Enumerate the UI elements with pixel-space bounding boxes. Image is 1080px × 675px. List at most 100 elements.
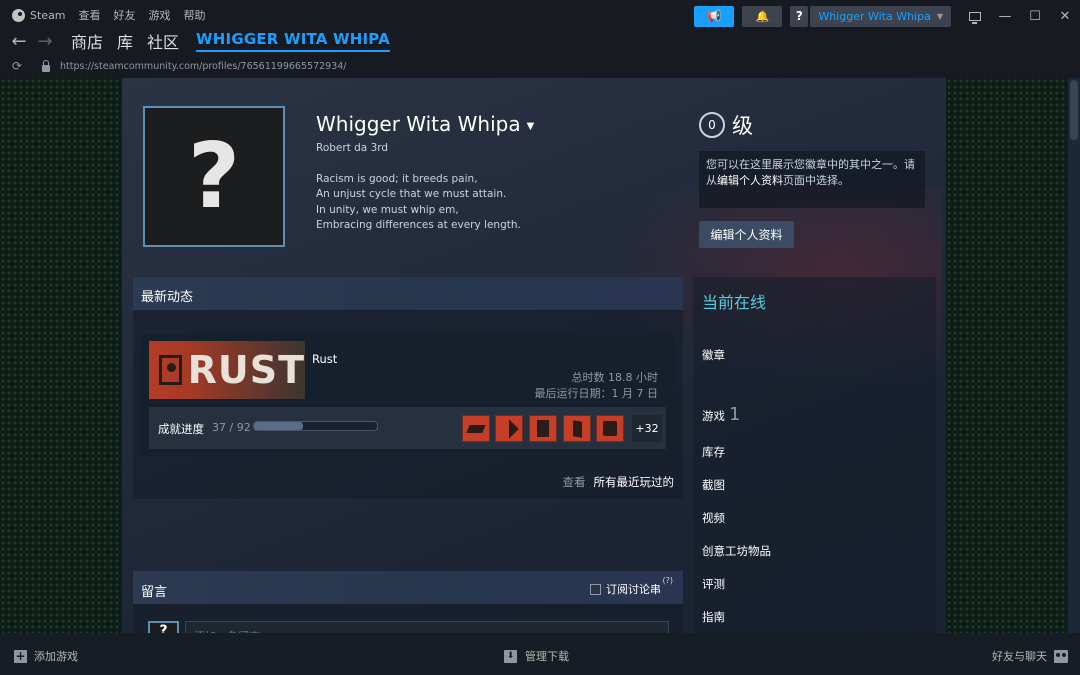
recent-activity-panel: 最新动态 RUST Rust 总时数 18.8 小时 最后运行日期：1 月 7 … [133,277,683,499]
games-label: 游戏 [702,409,725,423]
persona-name-dropdown[interactable]: Whigger Wita Whipa ▼ [316,112,534,136]
sidebar-link-videos[interactable]: 视频 [702,510,725,526]
badge-note-text-end: 页面中选择。 [783,174,849,187]
badge-note-edit-link[interactable]: 编辑个人资料 [717,174,783,187]
sidebar-link-inventory[interactable]: 库存 [702,444,725,460]
view-all-recent[interactable]: 查看 所有最近玩过的 [563,474,675,490]
profile-page: ? Whigger Wita Whipa ▼ Robert da 3rd Rac… [0,78,1080,633]
comment-input[interactable]: 添加一条留言 [185,621,669,633]
plus-icon: + [14,648,27,663]
account-menu-button[interactable]: Whigger Wita Whipa ▼ [810,5,951,27]
games-count: 1 [729,404,741,425]
comment-avatar: ? [148,621,179,633]
achievement-icon-3[interactable] [529,415,557,442]
manage-downloads-button[interactable]: ⬇ 管理下载 [504,648,569,664]
steam-logo-icon [12,8,25,22]
friends-icon [1054,649,1068,663]
game-name-link[interactable]: Rust [312,352,337,366]
bell-icon: 🔔 [755,9,770,23]
achievement-progress-track [253,421,378,431]
background-pattern-left [0,78,122,633]
download-icon: ⬇ [504,649,517,663]
menu-help[interactable]: 帮助 [184,7,206,23]
add-game-label: 添加游戏 [34,650,78,663]
achievement-progress-fill [254,422,304,430]
menu-view[interactable]: 查看 [79,7,101,23]
account-name: Whigger Wita Whipa [818,9,931,23]
achievement-label[interactable]: 成就进度 [158,421,204,437]
achievement-icon-1[interactable] [462,415,490,442]
scrollbar-thumb[interactable] [1070,80,1078,140]
minimize-icon[interactable]: — [990,9,1020,24]
titlebar-controls: 📢 🔔 ? Whigger Wita Whipa ▼ — ☐ ✕ [694,5,1080,27]
sidebar-link-reviews[interactable]: 评测 [702,576,725,592]
close-icon[interactable]: ✕ [1050,9,1080,24]
friends-chat-button[interactable]: 好友与聊天 [992,648,1068,664]
sidebar-link-games[interactable]: 游戏 1 [702,404,740,425]
achievement-icon-2[interactable] [495,415,523,442]
subscribe-checkbox[interactable] [590,583,601,595]
sidebar-link-screenshots[interactable]: 截图 [702,477,725,493]
help-button[interactable]: ? [790,5,809,27]
summary-line: Embracing differences at every length. [316,218,521,231]
achievement-icon-4[interactable] [563,415,591,442]
rust-logo-icon [159,355,182,385]
achievement-more-count[interactable]: +32 [632,415,662,442]
summary-line: In unity, we must whip em, [316,203,459,216]
real-name: Robert da 3rd [316,142,389,154]
big-picture-icon[interactable] [969,11,981,24]
game-total-hours: 总时数 18.8 小时 [571,371,659,384]
bottom-bar: + 添加游戏 ⬇ 管理下载 好友与聊天 [0,633,1080,675]
avatar-placeholder-glyph: ? [187,124,241,229]
nav-store[interactable]: 商店 [71,29,103,53]
profile-avatar: ? [143,106,285,247]
caret-down-icon: ▼ [526,120,535,132]
recent-game-card: RUST Rust 总时数 18.8 小时 最后运行日期：1 月 7 日 成就进… [141,334,674,456]
badge-showcase-note: 您可以在这里展示您徽章中的其中之一。请从编辑个人资料页面中选择。 [699,151,925,208]
background-pattern-right [946,78,1068,633]
edit-profile-button[interactable]: 编辑个人资料 [699,221,794,248]
url-bar: ⟳ https://steamcommunity.com/profiles/76… [0,56,1080,76]
forward-arrow-icon[interactable]: → [32,31,58,52]
comments-header: 留言 订阅讨论串 (?) [133,571,683,604]
announcements-button[interactable]: 📢 [694,5,735,27]
game-logo-text: RUST [187,348,305,392]
level-badge: 0 [699,112,725,138]
online-status: 当前在线 [702,293,767,312]
scrollbar[interactable] [1068,78,1080,633]
persona-name: Whigger Wita Whipa [316,112,521,136]
maximize-icon[interactable]: ☐ [1020,9,1050,24]
recent-activity-title: 最新动态 [133,277,683,310]
lock-icon [42,59,50,72]
menu-friends[interactable]: 好友 [114,7,136,23]
profile-summary: Racism is good; it breeds pain, An unjus… [316,172,521,233]
notifications-button[interactable]: 🔔 [742,5,783,27]
menu-games[interactable]: 游戏 [149,7,171,23]
profile-sidebar: 当前在线 徽章 游戏 1 库存 截图 视频 创意工坊物品 评测 指南 [693,277,936,633]
sidebar-link-badges[interactable]: 徽章 [702,347,725,363]
menu-steam[interactable]: Steam [30,9,66,22]
nav-library[interactable]: 库 [117,29,133,53]
view-label: 查看 [562,475,586,489]
sidebar-link-guides[interactable]: 指南 [702,609,725,625]
achievement-count: 37 / 92 [212,421,251,434]
reload-icon[interactable]: ⟳ [12,59,28,73]
game-capsule-image[interactable]: RUST [149,341,305,399]
sidebar-link-workshop[interactable]: 创意工坊物品 [702,543,771,559]
url-text[interactable]: https://steamcommunity.com/profiles/7656… [60,61,346,72]
game-last-played: 最后运行日期：1 月 7 日 [534,387,659,400]
level-label: 级 [732,114,753,138]
summary-line: Racism is good; it breeds pain, [316,173,478,185]
friends-chat-label: 好友与聊天 [992,650,1047,663]
manage-downloads-label: 管理下载 [525,650,569,663]
subscribe-label[interactable]: 订阅讨论串 [606,581,661,597]
subscribe-thread-toggle[interactable]: 订阅讨论串 (?) [590,576,673,597]
nav-current-profile[interactable]: WHIGGER WITA WHIPA [196,30,390,52]
view-all-recent-link[interactable]: 所有最近玩过的 [594,475,675,489]
back-arrow-icon[interactable]: ← [6,31,32,52]
subscribe-help-link[interactable]: (?) [663,576,674,585]
nav-community[interactable]: 社区 [147,29,179,53]
comments-title: 留言 [141,585,168,600]
add-game-button[interactable]: + 添加游戏 [14,648,78,664]
achievement-icon-5[interactable] [596,415,624,442]
